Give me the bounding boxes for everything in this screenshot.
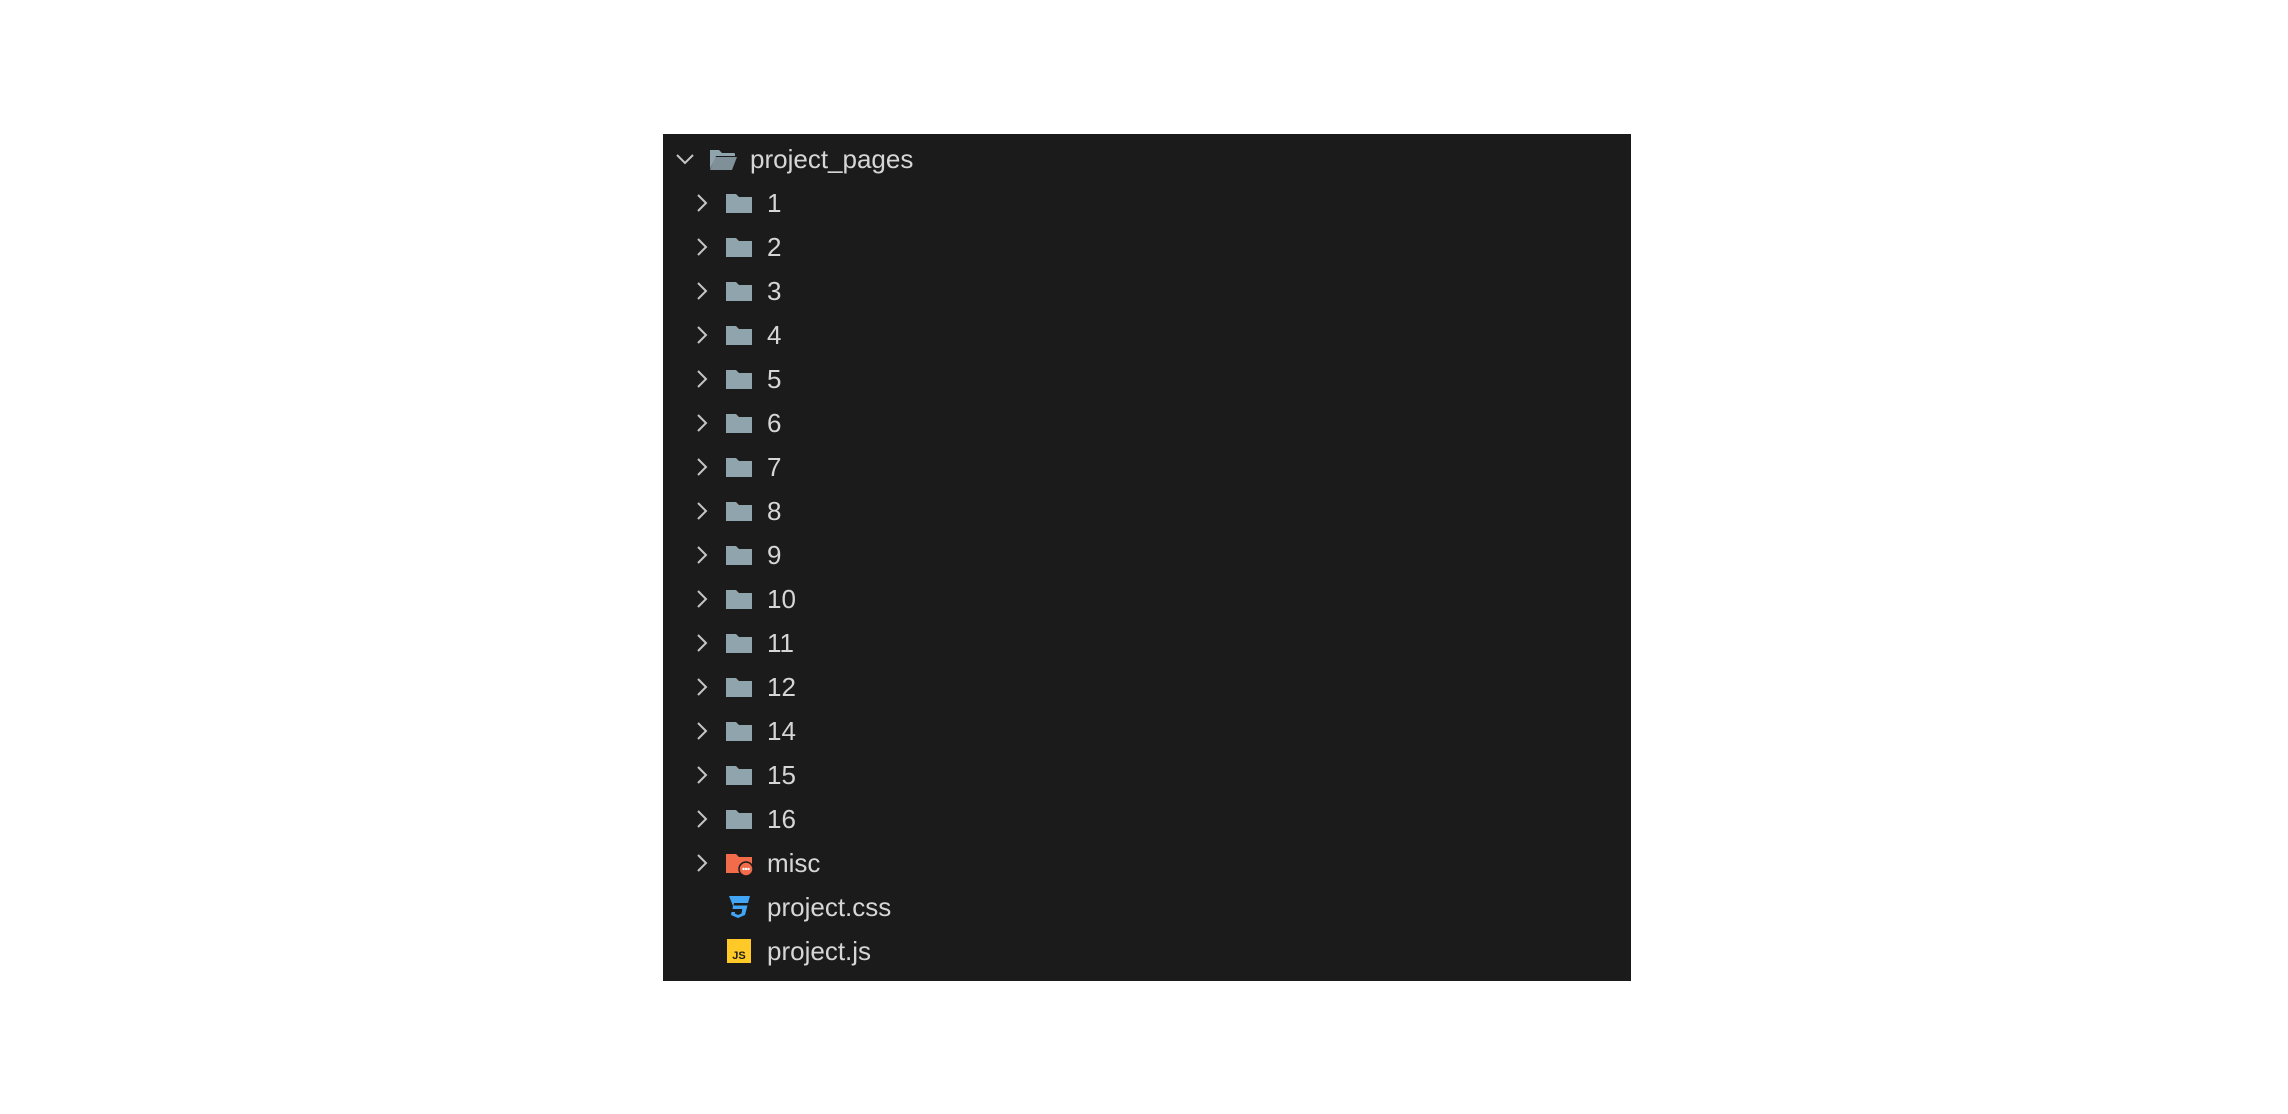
folder-icon <box>724 409 754 437</box>
tree-root-project-pages[interactable]: project_pages <box>663 137 1631 181</box>
tree-item-label: project.js <box>767 936 872 966</box>
folder-icon <box>724 233 754 261</box>
tree-item-folder-9[interactable]: 9 <box>663 533 1631 577</box>
tree-item-label: project.css <box>767 892 892 922</box>
chevron-right-icon[interactable] <box>690 543 714 567</box>
tree-item-folder-7[interactable]: 7 <box>663 445 1631 489</box>
tree-item-folder-11[interactable]: 11 <box>663 621 1631 665</box>
tree-item-folder-2[interactable]: 2 <box>663 225 1631 269</box>
folder-icon <box>724 541 754 569</box>
folder-icon <box>724 321 754 349</box>
chevron-right-icon[interactable] <box>690 763 714 787</box>
chevron-right-icon[interactable] <box>690 191 714 215</box>
tree-item-folder-8[interactable]: 8 <box>663 489 1631 533</box>
tree-item-folder-5[interactable]: 5 <box>663 357 1631 401</box>
tree-item-folder-3[interactable]: 3 <box>663 269 1631 313</box>
tree-item-label: 11 <box>767 628 794 658</box>
folder-icon <box>724 717 754 745</box>
chevron-right-icon[interactable] <box>690 719 714 743</box>
tree-item-folder-6[interactable]: 6 <box>663 401 1631 445</box>
folder-icon <box>724 497 754 525</box>
folder-icon <box>724 805 754 833</box>
tree-item-label: 12 <box>767 672 796 702</box>
tree-root-label: project_pages <box>750 144 914 174</box>
tree-item-file-project-js[interactable]: JS project.js <box>663 929 1631 973</box>
chevron-right-icon[interactable] <box>690 235 714 259</box>
folder-icon <box>724 365 754 393</box>
tree-item-label: 16 <box>767 804 796 834</box>
js-file-icon: JS <box>724 937 754 965</box>
chevron-down-icon[interactable] <box>673 147 697 171</box>
tree-item-folder-15[interactable]: 15 <box>663 753 1631 797</box>
tree-item-folder-misc[interactable]: misc <box>663 841 1631 885</box>
tree-item-label: 14 <box>767 716 796 746</box>
folder-icon <box>724 453 754 481</box>
file-explorer: project_pages 1 2 3 4 5 6 7 8 9 10 11 12 14 15 16 misc p… <box>663 134 1631 981</box>
tree-item-label: 9 <box>767 540 782 570</box>
tree-children: 1 2 3 4 5 6 7 8 9 10 11 12 14 15 16 misc project.css JS pr… <box>663 181 1631 973</box>
chevron-right-icon[interactable] <box>690 411 714 435</box>
tree-item-label: 10 <box>767 584 796 614</box>
folder-open-icon <box>708 145 738 173</box>
tree-item-folder-14[interactable]: 14 <box>663 709 1631 753</box>
chevron-right-icon[interactable] <box>690 631 714 655</box>
chevron-right-icon[interactable] <box>690 499 714 523</box>
tree-item-label: 8 <box>767 496 782 526</box>
tree-item-folder-10[interactable]: 10 <box>663 577 1631 621</box>
tree-item-folder-12[interactable]: 12 <box>663 665 1631 709</box>
tree-item-folder-16[interactable]: 16 <box>663 797 1631 841</box>
tree-item-label: 5 <box>767 364 782 394</box>
tree-item-label: 4 <box>767 320 782 350</box>
tree-item-label: 3 <box>767 276 782 306</box>
misc-folder-icon <box>724 849 754 877</box>
folder-icon <box>724 277 754 305</box>
chevron-right-icon[interactable] <box>690 675 714 699</box>
chevron-right-icon[interactable] <box>690 367 714 391</box>
folder-icon <box>724 585 754 613</box>
chevron-right-icon[interactable] <box>690 323 714 347</box>
folder-icon <box>724 189 754 217</box>
chevron-right-icon[interactable] <box>690 587 714 611</box>
tree-item-label: 7 <box>767 452 782 482</box>
chevron-right-icon[interactable] <box>690 279 714 303</box>
css-file-icon <box>724 893 754 921</box>
tree-item-label: 6 <box>767 408 782 438</box>
tree-item-folder-1[interactable]: 1 <box>663 181 1631 225</box>
folder-icon <box>724 673 754 701</box>
chevron-right-icon[interactable] <box>690 807 714 831</box>
svg-text:JS: JS <box>732 950 745 962</box>
tree-item-label: 1 <box>767 188 782 218</box>
tree-item-label: 2 <box>767 232 782 262</box>
folder-icon <box>724 629 754 657</box>
tree-item-folder-4[interactable]: 4 <box>663 313 1631 357</box>
tree-item-label: misc <box>767 848 821 878</box>
tree-item-file-project-css[interactable]: project.css <box>663 885 1631 929</box>
folder-icon <box>724 761 754 789</box>
tree-item-label: 15 <box>767 760 796 790</box>
chevron-right-icon[interactable] <box>690 455 714 479</box>
chevron-right-icon[interactable] <box>690 851 714 875</box>
